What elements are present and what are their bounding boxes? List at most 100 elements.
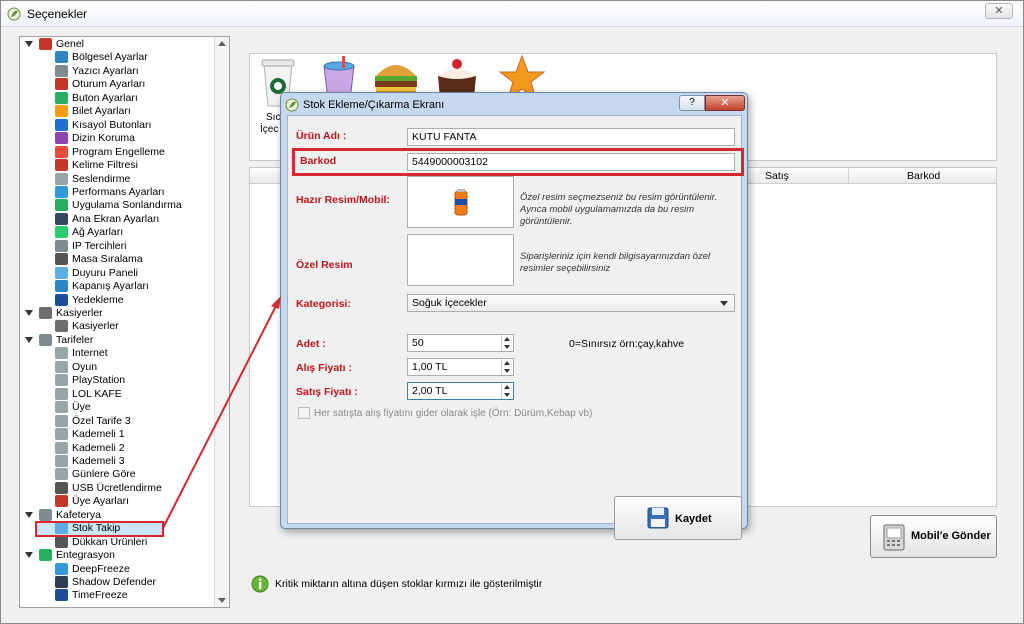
spin-up-icon[interactable] (504, 385, 510, 389)
product-name-input[interactable]: KUTU FANTA (407, 128, 735, 146)
expand-arrow-icon[interactable] (25, 511, 33, 518)
user-icon (55, 320, 68, 333)
save-button[interactable]: Kaydet (614, 496, 742, 540)
tree-item-label: Duyuru Paneli (72, 266, 138, 279)
tree-item-label: Üye (72, 401, 91, 414)
ip-icon (55, 239, 68, 252)
doc-icon (55, 347, 68, 360)
scroll-up-icon[interactable] (218, 41, 226, 46)
spin-up-icon[interactable] (504, 337, 510, 341)
block-icon (55, 145, 68, 158)
tree-item-label: Yazıcı Ayarları (72, 64, 139, 77)
mobile-send-button[interactable]: Mobil'e Gönder (870, 515, 997, 558)
tree-item-label: Buton Ayarları (72, 91, 138, 104)
qty-label: Adet : (296, 338, 326, 350)
dialog-close-button[interactable]: ✕ (705, 95, 745, 111)
custom-image-box[interactable] (407, 234, 514, 286)
sell-price-label: Satış Fiyatı : (296, 386, 358, 398)
window-title: Seçenekler (27, 7, 88, 21)
buy-price-spinner[interactable]: 1,00 TL (407, 358, 514, 376)
doc-icon (55, 428, 68, 441)
sell-price-spin-buttons[interactable] (501, 383, 513, 399)
stock-dialog: Stok Ekleme/Çıkarma Ekranı ? ✕ Ürün Adı … (280, 92, 748, 540)
tree-item-label: Kademeli 2 (72, 441, 125, 454)
tree-scrollbar[interactable] (214, 37, 229, 607)
doc-icon (55, 454, 68, 467)
qty-value: 50 (412, 337, 424, 349)
col-satis[interactable]: Satış (765, 170, 789, 182)
tree-item-label: Ana Ekran Ayarları (72, 212, 160, 225)
member-icon (55, 495, 68, 508)
col-barkod[interactable]: Barkod (907, 170, 940, 182)
category-select[interactable]: Soğuk İçecekler (407, 294, 735, 312)
expand-arrow-icon[interactable] (25, 310, 33, 316)
tree-item-label: Kasiyerler (56, 307, 103, 319)
tree-item-label: Entegrasyon (56, 549, 115, 562)
window-close-button[interactable]: ✕ (985, 3, 1013, 19)
sell-price-value: 2,00 TL (412, 385, 448, 397)
doc-icon (55, 468, 68, 481)
tree-item-label: Yedekleme (72, 293, 124, 306)
grid-icon (55, 253, 68, 266)
custom-image-hint: Siparişleriniz için kendi bilgisayarınız… (520, 251, 711, 274)
tree-item-label: Oyun (72, 360, 98, 373)
tree-item-label: Tarifeler (56, 333, 94, 346)
tree-item-label: Kademeli 3 (72, 454, 125, 467)
tree-item-label: Dükkan Ürünleri (72, 535, 148, 548)
scroll-down-icon[interactable] (218, 598, 226, 603)
barcode-input[interactable]: 5449000003102 (407, 153, 735, 171)
title-bar: Seçenekler ✕ (1, 1, 1023, 27)
expand-arrow-icon[interactable] (25, 552, 33, 559)
ready-image-label: Hazır Resim/Mobil: (296, 194, 390, 206)
tree-item-label: PlayStation (72, 374, 126, 387)
tree-item-label: Genel (56, 38, 85, 50)
sell-price-spinner[interactable]: 2,00 TL (407, 382, 514, 400)
doc-icon (55, 360, 68, 373)
expand-arrow-icon[interactable] (25, 336, 33, 343)
tariff-icon (39, 333, 52, 346)
category-label: Kategorisi: (296, 298, 351, 310)
dialog-help-button[interactable]: ? (679, 95, 705, 111)
expense-checkbox[interactable] (298, 407, 310, 419)
dialog-body: Ürün Adı : KUTU FANTA Barkod 54490000031… (287, 115, 744, 540)
ticket-icon (55, 105, 68, 118)
users-icon (39, 307, 52, 319)
spin-down-icon[interactable] (504, 393, 510, 397)
qty-spin-buttons[interactable] (501, 335, 513, 351)
performance-icon (55, 185, 68, 198)
tree-item-label: LOL KAFE (72, 387, 122, 400)
barcode-label: Barkod (300, 155, 337, 167)
spin-down-icon[interactable] (504, 369, 510, 373)
tree-item-label: TimeFreeze (72, 589, 128, 602)
expense-checkbox-label: Her satışta alış fiyatını gider olarak i… (314, 408, 593, 419)
tree-item-label: Seslendirme (72, 172, 131, 185)
expand-arrow-icon[interactable] (25, 41, 33, 47)
buy-price-spin-buttons[interactable] (501, 359, 513, 375)
ready-image-box[interactable] (407, 176, 514, 228)
tree-item-label: Kapanış Ayarları (72, 280, 149, 293)
spin-up-icon[interactable] (504, 361, 510, 365)
mobile-device-icon (883, 524, 905, 551)
tree-item-label: Bölgesel Ayarlar (72, 51, 148, 64)
shortcut-icon (55, 118, 68, 131)
tree-item-label: Günlere Göre (72, 468, 136, 481)
qty-hint: 0=Sınırsız örn:çay,kahve (569, 338, 685, 350)
globe-icon (55, 51, 68, 64)
tree-item-label: Bilet Ayarları (72, 105, 131, 118)
floppy-disk-icon (647, 507, 669, 529)
tree-item-label: Kademeli 1 (72, 428, 125, 441)
printer-icon (55, 64, 68, 77)
spin-down-icon[interactable] (504, 345, 510, 349)
doc-icon (55, 401, 68, 414)
custom-image-label: Özel Resim (296, 259, 353, 271)
ready-image-hint: Özel resim seçmezseniz bu resim görüntül… (520, 192, 718, 227)
buy-price-label: Alış Fiyatı : (296, 362, 353, 374)
tree-item-label: Kısayol Butonları (72, 118, 152, 131)
chevron-down-icon[interactable] (720, 301, 728, 306)
doc-icon (55, 387, 68, 400)
tree-item-label: Masa Sıralama (72, 253, 143, 266)
monitor-icon (55, 212, 68, 225)
integration-icon (39, 549, 52, 562)
qty-spinner[interactable]: 50 (407, 334, 514, 352)
tree-item-label: Internet (72, 347, 108, 360)
